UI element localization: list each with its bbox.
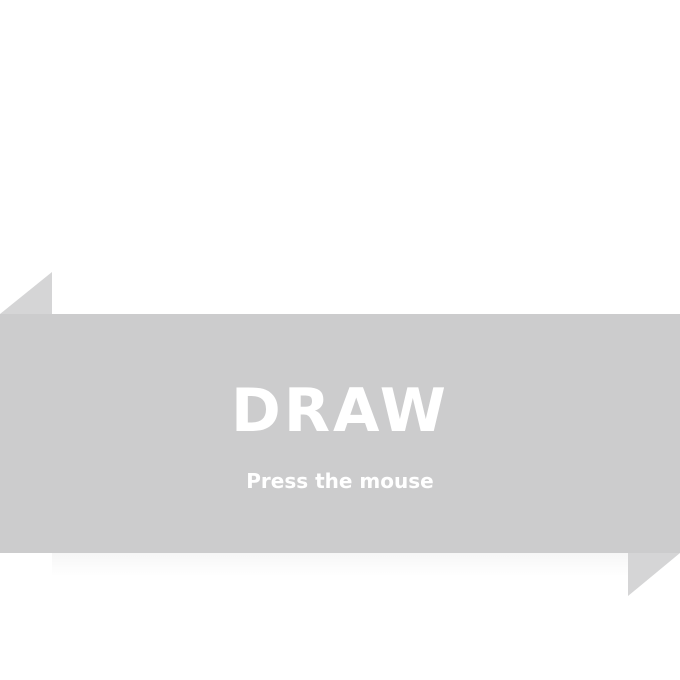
drawing-canvas[interactable]: DRAW Press the mouse — [0, 0, 680, 680]
draw-title: DRAW — [231, 376, 449, 446]
press-mouse-instruction: Press the mouse — [246, 469, 434, 493]
banner-fold-bottom-right — [628, 553, 680, 596]
banner-fold-top-left — [0, 272, 52, 314]
banner-shadow — [52, 553, 628, 577]
